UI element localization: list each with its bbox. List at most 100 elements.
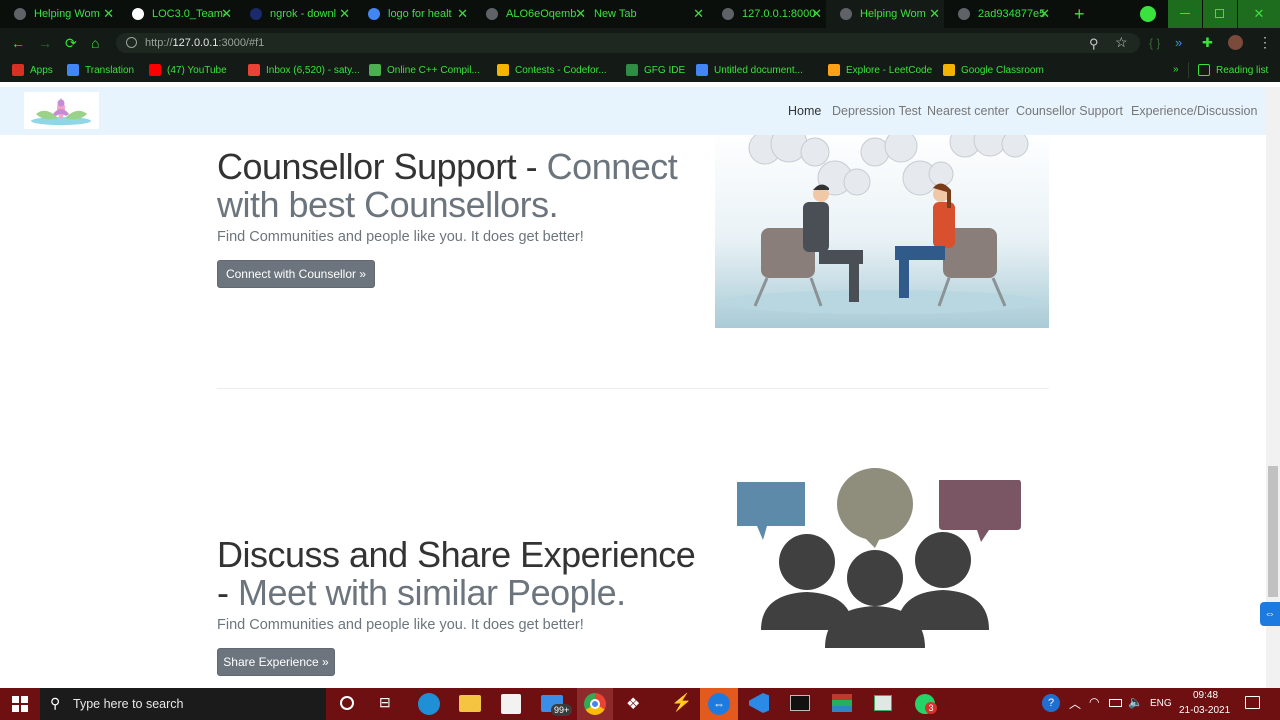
tab-title: logo for healt	[388, 8, 452, 20]
language-indicator[interactable]: ENG	[1150, 698, 1172, 709]
windows-start-icon[interactable]	[12, 696, 28, 712]
extension-icon-1[interactable]: { }	[1149, 36, 1160, 50]
help-icon[interactable]: ?	[1042, 694, 1060, 712]
search-icon: ⚲	[50, 695, 61, 711]
terminal-icon[interactable]	[790, 695, 810, 711]
clock-time[interactable]: 09:48	[1193, 690, 1218, 701]
tab[interactable]: Helping Wom ✕	[826, 0, 944, 28]
home-icon[interactable]: ⌂	[91, 35, 99, 51]
file-explorer-icon[interactable]	[459, 695, 481, 712]
notifications-icon[interactable]	[1245, 696, 1260, 709]
tab[interactable]: LOC3.0_Team- ✕	[118, 0, 236, 28]
tab[interactable]: New Tab ✕	[590, 0, 708, 28]
section-divider	[217, 388, 1049, 389]
site-info-icon[interactable]	[126, 37, 137, 48]
page-scrollbar[interactable]	[1266, 87, 1280, 688]
nav-nearest-center[interactable]: Nearest center	[927, 104, 1009, 118]
nav-depression-test[interactable]: Depression Test	[832, 104, 921, 118]
tab[interactable]: logo for healt ✕	[354, 0, 472, 28]
tab-title: ALO6eOqemb	[506, 8, 577, 20]
extensions-puzzle-icon[interactable]: ✚	[1202, 35, 1213, 51]
tab-close-icon[interactable]: ✕	[811, 7, 822, 20]
nav-experience-discussion[interactable]: Experience/Discussion	[1131, 104, 1257, 118]
bookmark-item[interactable]: Explore - LeetCode	[828, 64, 932, 76]
volume-icon[interactable]: 🔈	[1128, 695, 1143, 709]
bookmark-item[interactable]: Translation	[67, 64, 134, 76]
dropbox-icon[interactable]: ❖	[626, 694, 640, 714]
bookmarks-separator	[1188, 62, 1189, 78]
nav-counsellor-support[interactable]: Counsellor Support	[1016, 104, 1123, 118]
bookmark-item[interactable]: Online C++ Compil...	[369, 64, 480, 76]
share-experience-button[interactable]: Share Experience »	[217, 648, 335, 676]
profile-icon[interactable]	[1140, 6, 1156, 22]
teamviewer-float-icon[interactable]: ⇔	[1260, 602, 1280, 626]
counsellor-heading: Counsellor Support - Connect with best C…	[217, 146, 678, 225]
url-text[interactable]: http://127.0.0.1:3000/#f1	[145, 37, 264, 49]
chrome-menu-icon[interactable]: ⋮	[1258, 34, 1272, 51]
tray-chevron-icon[interactable]: ︿	[1069, 695, 1081, 712]
nav-home[interactable]: Home	[788, 104, 821, 118]
sublime-icon[interactable]: ⚡	[671, 693, 692, 713]
tab-close-icon[interactable]: ✕	[575, 7, 586, 20]
tab[interactable]: 127.0.0.1:8000 ✕	[708, 0, 826, 28]
close-window-button[interactable]: ✕	[1238, 0, 1280, 28]
extension-icon-2[interactable]: »	[1175, 35, 1182, 50]
chrome-taskbar-button[interactable]	[577, 688, 613, 720]
notepad-icon[interactable]	[874, 695, 892, 711]
bookmark-item[interactable]: Contests - Codefor...	[497, 64, 607, 76]
scrollbar-thumb[interactable]	[1268, 466, 1278, 597]
bookmark-favicon-icon	[67, 64, 79, 76]
bookmark-label: Contests - Codefor...	[515, 64, 607, 76]
clock-date[interactable]: 21-03-2021	[1179, 705, 1230, 716]
reading-list[interactable]: Reading list	[1198, 64, 1268, 76]
new-tab-button[interactable]: +	[1074, 5, 1085, 23]
tab[interactable]: Helping Wom ✕	[0, 0, 118, 28]
account-avatar[interactable]	[1228, 35, 1243, 50]
discuss-lead: Find Communities and people like you. It…	[217, 617, 584, 633]
task-view-icon[interactable]: ⊟	[379, 694, 391, 711]
bookmark-item[interactable]: Inbox (6,520) - saty...	[248, 64, 360, 76]
tab-title: ngrok - downl	[270, 8, 337, 20]
cortana-icon[interactable]	[340, 696, 354, 710]
tab[interactable]: 2ad934877e5 ✕	[944, 0, 1054, 28]
bookmark-item[interactable]: Google Classroom	[943, 64, 1044, 76]
tab-favicon-icon	[250, 8, 262, 20]
zoom-icon[interactable]: ⚲	[1089, 36, 1099, 52]
tab-close-icon[interactable]: ✕	[693, 7, 704, 20]
store-icon[interactable]	[501, 694, 521, 714]
counsellor-lead: Find Communities and people like you. It…	[217, 229, 584, 245]
bookmark-item[interactable]: GFG IDE	[626, 64, 685, 76]
bookmark-item[interactable]: Untitled document...	[696, 64, 803, 76]
tab-close-icon[interactable]: ✕	[221, 7, 232, 20]
bookmark-label: Explore - LeetCode	[846, 64, 933, 76]
edge-icon[interactable]	[418, 693, 440, 715]
bookmark-item[interactable]: (47) YouTube	[149, 64, 227, 76]
tab-close-icon[interactable]: ✕	[103, 7, 114, 20]
address-bar[interactable]	[116, 33, 1140, 53]
tab-title: 127.0.0.1:8000	[742, 8, 816, 20]
wifi-icon[interactable]: ◠	[1089, 695, 1099, 709]
battery-icon[interactable]	[1109, 699, 1122, 707]
reload-icon[interactable]: ⟳	[65, 35, 77, 51]
forward-icon[interactable]: →	[38, 35, 52, 51]
site-logo[interactable]	[24, 92, 99, 129]
connect-counsellor-button[interactable]: Connect with Counsellor »	[217, 260, 375, 288]
tab-close-icon[interactable]: ✕	[929, 7, 940, 20]
bookmark-star-icon[interactable]: ☆	[1115, 34, 1128, 51]
restore-button[interactable]	[1203, 0, 1237, 28]
bookmark-label: Untitled document...	[714, 64, 803, 76]
tab[interactable]: ngrok - downl ✕	[236, 0, 354, 28]
mail-badge: 99+	[551, 704, 573, 716]
tab-close-icon[interactable]: ✕	[457, 7, 468, 20]
winrar-icon[interactable]	[832, 694, 852, 712]
tab-title: Helping Wom	[34, 8, 100, 20]
bookmark-item[interactable]: Apps	[12, 64, 53, 76]
bookmark-label: Online C++ Compil...	[387, 64, 480, 76]
back-icon[interactable]: ←	[11, 35, 25, 51]
minimize-button[interactable]	[1168, 0, 1202, 28]
teamviewer-taskbar-button[interactable]: ⇔	[700, 688, 738, 720]
bookmarks-overflow[interactable]: »	[1173, 64, 1179, 75]
tab-close-icon[interactable]: ✕	[1039, 7, 1050, 20]
tab-close-icon[interactable]: ✕	[339, 7, 350, 20]
tab[interactable]: ALO6eOqemb ✕	[472, 0, 590, 28]
